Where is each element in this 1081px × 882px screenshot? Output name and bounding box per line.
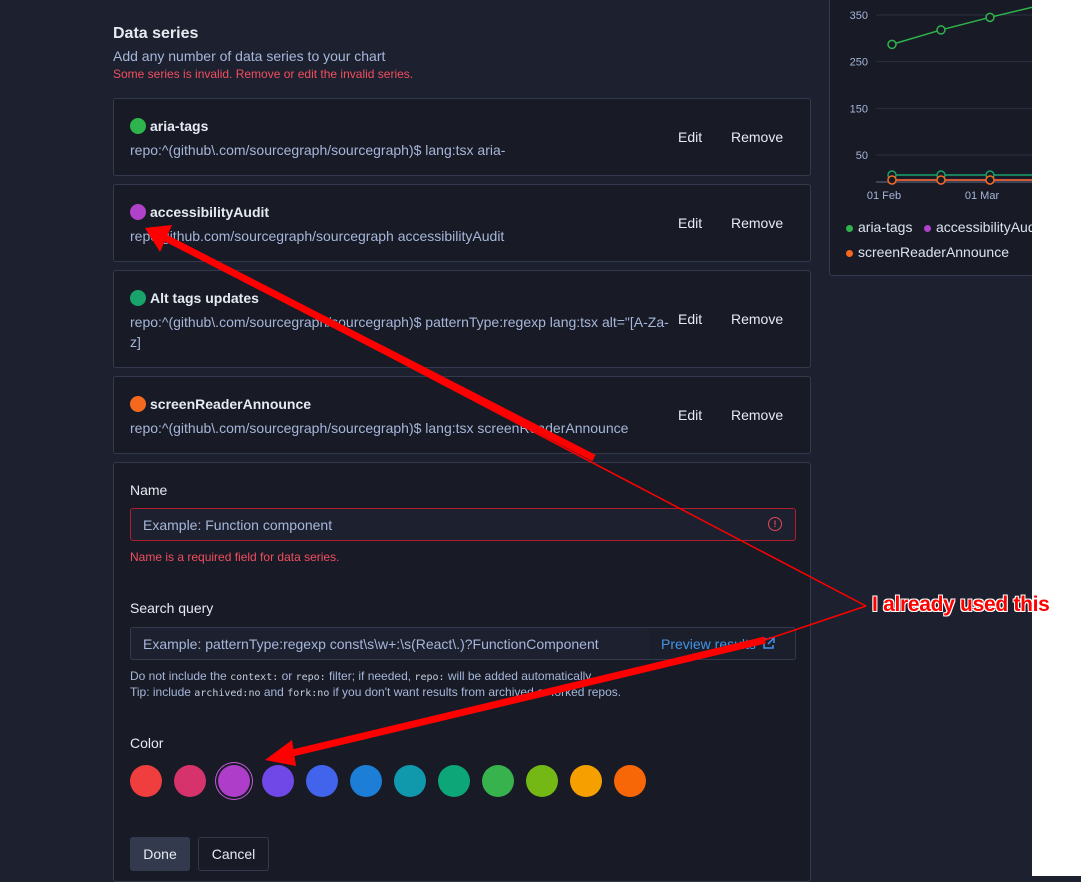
color-swatch[interactable] — [570, 765, 602, 797]
series-name: Alt tags updates — [150, 290, 259, 306]
color-swatch[interactable] — [130, 765, 162, 797]
y-tick-label: 150 — [850, 103, 868, 115]
remove-series-button[interactable]: Remove — [731, 407, 783, 423]
series-name: aria-tags — [150, 118, 209, 134]
series-color-dot — [130, 118, 146, 134]
series-query: repo:^(github\.com/sourcegraph/sourcegra… — [130, 142, 506, 158]
cancel-button[interactable]: Cancel — [198, 837, 269, 871]
name-placeholder: Example: Function component — [143, 516, 333, 533]
legend-item: accessibilityAudit — [924, 219, 1043, 235]
color-swatch[interactable] — [174, 765, 206, 797]
series-card: Alt tags updates repo:^(github\.com/sour… — [113, 270, 811, 368]
color-swatch[interactable] — [394, 765, 426, 797]
preview-results-button[interactable]: Preview results — [649, 627, 796, 660]
data-point — [936, 25, 946, 35]
series-color-dot — [130, 396, 146, 412]
error-icon: ! — [768, 517, 782, 531]
legend-dot — [846, 249, 853, 257]
preview-results-label: Preview results — [661, 635, 756, 652]
name-label: Name — [130, 482, 168, 498]
data-point — [936, 175, 946, 185]
color-swatch[interactable] — [262, 765, 294, 797]
series-card: screenReaderAnnounce repo:^(github\.com/… — [113, 376, 811, 454]
query-tip: Tip: include archived:no and fork:no if … — [130, 685, 622, 699]
edit-series-button[interactable]: Edit — [678, 311, 702, 327]
edit-series-button[interactable]: Edit — [678, 129, 702, 145]
color-swatch[interactable] — [614, 765, 646, 797]
remove-series-button[interactable]: Remove — [731, 129, 783, 145]
color-swatch[interactable] — [218, 765, 250, 797]
color-swatch[interactable] — [306, 765, 338, 797]
y-tick-label: 250 — [850, 57, 868, 69]
chart-preview-card: 50 150 250 350 01 Feb 01 Mar aria-tags access… — [829, 0, 1050, 276]
section-error: Some series is invalid. Remove or edit t… — [113, 67, 414, 81]
query-hint: Do not include the context: or repo: fil… — [130, 669, 594, 683]
query-input[interactable]: Example: patternType:regexp const\s\w+:\… — [130, 627, 650, 660]
series-query: repo:^(github\.com/sourcegraph/sourcegra… — [130, 420, 629, 436]
legend-dot — [924, 224, 931, 232]
y-tick-label: 50 — [856, 150, 868, 162]
edit-series-button[interactable]: Edit — [678, 215, 702, 231]
series-query: repo:^(github\.com/sourcegraph/sourcegra… — [130, 314, 669, 350]
data-point — [985, 175, 995, 185]
series-line — [891, 4, 1040, 46]
color-swatch[interactable] — [526, 765, 558, 797]
query-label: Search query — [130, 600, 214, 616]
series-name: screenReaderAnnounce — [150, 396, 312, 412]
color-swatch[interactable] — [482, 765, 514, 797]
name-input[interactable]: Example: Function component ! — [130, 508, 796, 541]
legend-item: screenReaderAnnounce — [846, 244, 1009, 260]
external-link-icon — [763, 637, 775, 649]
section-subtitle: Add any number of data series to your ch… — [113, 48, 386, 64]
color-swatch[interactable] — [438, 765, 470, 797]
legend-item: aria-tags — [846, 219, 912, 235]
done-button[interactable]: Done — [130, 837, 190, 871]
remove-series-button[interactable]: Remove — [731, 215, 783, 231]
series-color-dot — [130, 290, 146, 306]
line-chart: 50 150 250 350 01 Feb 01 Mar — [850, 0, 1050, 202]
series-card: aria-tags repo:^(github\.com/sourcegraph… — [113, 98, 811, 176]
remove-series-button[interactable]: Remove — [731, 311, 783, 327]
y-tick-label: 350 — [850, 10, 868, 22]
name-error: Name is a required field for data series… — [130, 550, 340, 564]
series-color-dot — [130, 204, 146, 220]
white-margin-overlay — [1032, 0, 1081, 876]
data-point — [985, 12, 995, 23]
series-name: accessibilityAudit — [150, 204, 270, 220]
data-point — [887, 175, 897, 185]
series-edit-form: Name Example: Function component ! Name … — [113, 462, 811, 882]
data-point — [887, 39, 897, 50]
legend-dot — [846, 224, 853, 232]
color-label: Color — [130, 735, 164, 751]
x-tick-label: 01 Mar — [965, 190, 1000, 202]
series-query: repo:github.com/sourcegraph/sourcegraph … — [130, 228, 505, 244]
series-card: accessibilityAudit repo:github.com/sourc… — [113, 184, 811, 262]
edit-series-button[interactable]: Edit — [678, 407, 702, 423]
x-tick-label: 01 Feb — [867, 190, 901, 202]
color-swatch[interactable] — [350, 765, 382, 797]
section-title: Data series — [113, 25, 199, 42]
annotation-text: I already used this — [872, 593, 1050, 616]
query-placeholder: Example: patternType:regexp const\s\w+:\… — [143, 635, 599, 652]
